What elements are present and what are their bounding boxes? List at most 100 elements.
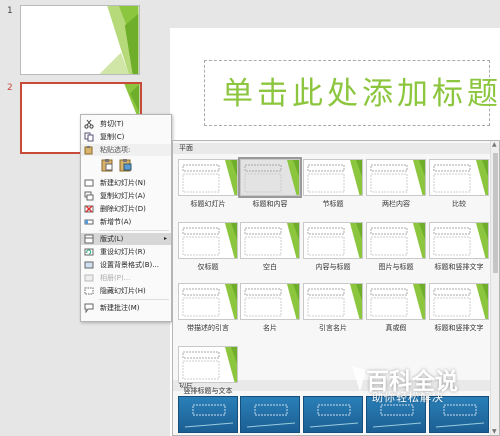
layout-option-label: 节标题 xyxy=(322,200,344,208)
layout-option[interactable] xyxy=(366,159,426,196)
format-background-icon xyxy=(84,261,94,269)
layout-preview xyxy=(182,284,237,319)
menu-item-new-slide[interactable]: 新建幻灯片(N) xyxy=(81,177,171,189)
menu-item-label: 版式(L) xyxy=(100,235,124,243)
layout-option[interactable] xyxy=(366,283,426,320)
slice-layout-preview xyxy=(246,404,296,428)
menu-item-layout[interactable]: 版式(L) ▸ xyxy=(81,233,171,245)
layout-option[interactable] xyxy=(240,222,300,259)
duplicate-slide-icon xyxy=(84,191,94,201)
layout-preview xyxy=(433,223,488,258)
menu-item-format-background[interactable]: 设置背景格式(B)... xyxy=(81,259,171,271)
title-placeholder-text: 单击此处添加标题 xyxy=(222,76,500,112)
layout-preview xyxy=(182,347,237,382)
layout-preview xyxy=(182,223,237,258)
menu-item-copy[interactable]: 复制(C) xyxy=(81,131,171,143)
context-menu: 剪切(T) 复制(C) 粘贴选项: 新建幻灯片(N) 复制幻灯片(A) 删除幻灯… xyxy=(80,114,172,322)
menu-item-delete-slide[interactable]: 删除幻灯片(D) xyxy=(81,203,171,215)
layout-option[interactable] xyxy=(178,346,238,383)
layout-option[interactable] xyxy=(240,396,300,433)
layout-preview xyxy=(307,223,362,258)
menu-item-photo-album: 相册(P)... xyxy=(81,272,171,284)
layout-preview xyxy=(370,284,425,319)
paste-icon xyxy=(84,146,93,155)
menu-item-label: 新增节(A) xyxy=(100,218,132,226)
menu-item-hide-slide[interactable]: 隐藏幻灯片(H) xyxy=(81,285,171,297)
layout-option-label: 标题幻灯片 xyxy=(190,200,226,208)
layout-option-label: 比较 xyxy=(452,200,466,208)
menu-separator xyxy=(99,230,169,231)
layout-option-label: 竖排标题与文本 xyxy=(183,387,233,395)
new-slide-icon xyxy=(84,179,94,187)
menu-item-label: 相册(P)... xyxy=(100,274,131,282)
gallery-scrollbar[interactable]: ▲ ▼ xyxy=(490,141,499,435)
layout-option-label: 空白 xyxy=(263,263,277,271)
layout-option-label: 带描述的引言 xyxy=(187,324,229,332)
layout-preview xyxy=(244,284,299,319)
menu-item-label: 复制幻灯片(A) xyxy=(100,192,146,200)
layout-option[interactable] xyxy=(240,283,300,320)
submenu-arrow-icon: ▸ xyxy=(163,235,167,242)
layout-preview xyxy=(244,223,299,258)
slice-layout-preview xyxy=(184,404,234,428)
paste-picture-button[interactable] xyxy=(119,158,133,172)
menu-item-label: 删除幻灯片(D) xyxy=(100,205,146,213)
layout-option-label: 内容与标题 xyxy=(315,263,351,271)
photo-album-icon xyxy=(84,274,94,282)
layout-preview xyxy=(182,160,237,195)
slide-number: 2 xyxy=(7,83,13,93)
paste-picture-icon xyxy=(119,159,132,172)
layout-preview xyxy=(370,223,425,258)
layout-option[interactable] xyxy=(303,283,363,320)
layout-option[interactable] xyxy=(429,159,489,196)
menu-item-label: 设置背景格式(B)... xyxy=(100,261,159,269)
layout-option-label: 标题和竖排文字 xyxy=(434,263,484,271)
copy-icon xyxy=(84,132,94,142)
layout-option[interactable] xyxy=(429,283,489,320)
layout-option-label: 图片与标题 xyxy=(378,263,414,271)
menu-item-add-section[interactable]: 新增节(A) xyxy=(81,216,171,228)
layout-option[interactable] xyxy=(178,396,238,433)
layout-option-label: 名片 xyxy=(263,324,277,332)
add-section-icon xyxy=(84,219,94,225)
menu-item-label: 重设幻灯片(R) xyxy=(100,248,146,256)
layout-option[interactable] xyxy=(303,222,363,259)
layout-option[interactable] xyxy=(366,222,426,259)
layout-preview xyxy=(307,284,362,319)
scissors-icon xyxy=(84,119,94,129)
scrollbar-thumb[interactable] xyxy=(493,153,498,273)
layout-option[interactable] xyxy=(303,159,363,196)
scroll-up-icon[interactable]: ▲ xyxy=(492,141,497,148)
watermark-sub-text: 助你轻松解决 xyxy=(372,391,444,404)
layout-group-header: 平面 xyxy=(173,143,491,154)
layout-option-label: 真或假 xyxy=(385,324,407,332)
reset-slide-icon xyxy=(84,248,94,256)
layout-option[interactable] xyxy=(178,159,238,196)
paste-keep-icon xyxy=(101,159,113,172)
layout-option-label: 标题和竖排文字 xyxy=(434,324,484,332)
layout-icon xyxy=(84,234,94,244)
menu-item-label: 新建幻灯片(N) xyxy=(100,179,146,187)
menu-section-paste-options: 粘贴选项: xyxy=(81,144,171,156)
menu-item-label: 剪切(T) xyxy=(100,120,124,128)
menu-separator xyxy=(99,299,169,300)
layout-option-label: 引言名片 xyxy=(319,324,347,332)
layout-option[interactable] xyxy=(178,222,238,259)
layout-option[interactable] xyxy=(178,283,238,320)
menu-item-new-comment[interactable]: 新建批注(M) xyxy=(81,302,171,314)
menu-item-label: 粘贴选项: xyxy=(100,146,131,154)
menu-item-reset-slide[interactable]: 重设幻灯片(R) xyxy=(81,246,171,258)
slide-thumbnail-1[interactable] xyxy=(20,5,140,75)
menu-item-label: 新建批注(M) xyxy=(100,304,140,312)
layout-option[interactable] xyxy=(238,157,302,198)
paste-keep-formatting-button[interactable] xyxy=(101,158,115,172)
hide-slide-icon xyxy=(84,287,94,295)
layout-option[interactable] xyxy=(429,222,489,259)
scroll-down-icon[interactable]: ▼ xyxy=(492,428,497,435)
menu-item-duplicate-slide[interactable]: 复制幻灯片(A) xyxy=(81,190,171,202)
menu-item-cut[interactable]: 剪切(T) xyxy=(81,118,171,130)
layout-option-label: 仅标题 xyxy=(197,263,219,271)
layout-preview xyxy=(433,160,488,195)
green-shapes-decoration xyxy=(99,6,139,74)
layout-preview xyxy=(244,160,299,195)
